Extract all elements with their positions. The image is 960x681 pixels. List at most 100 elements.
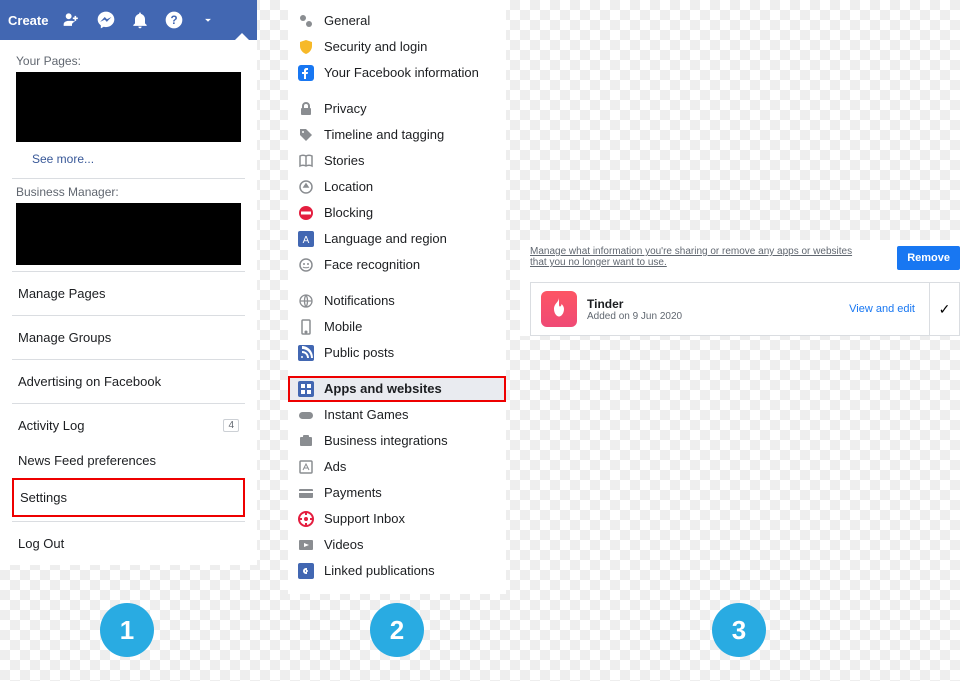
dropdown-panel: Create ? Your Pages: See more... Busines… [0, 0, 257, 565]
account-dropdown: Your Pages: See more... Business Manager… [0, 40, 257, 565]
nav-label: Payments [324, 485, 382, 501]
app-row: Tinder Added on 9 Jun 2020 View and edit… [530, 282, 960, 336]
nav-notifications[interactable]: Notifications [288, 288, 506, 314]
globe-icon [298, 293, 314, 309]
activity-log-badge: 4 [223, 419, 239, 432]
svg-text:A: A [303, 235, 310, 246]
nav-label: Notifications [324, 293, 395, 309]
nav-language[interactable]: ALanguage and region [288, 226, 506, 252]
redacted-pages [16, 72, 241, 142]
biz-icon [298, 433, 314, 449]
menu-label: Manage Pages [18, 286, 105, 301]
menu-log-out[interactable]: Log Out [12, 526, 245, 561]
tag-icon [298, 127, 314, 143]
your-pages-label: Your Pages: [16, 54, 241, 68]
divider [12, 521, 245, 522]
nav-general[interactable]: General [288, 8, 506, 34]
nav-label: Apps and websites [324, 381, 442, 397]
step-badge-1: 1 [100, 603, 154, 657]
nav-instant-games[interactable]: Instant Games [288, 402, 506, 428]
nav-label: Location [324, 179, 373, 195]
location-icon [298, 179, 314, 195]
settings-nav-panel: General Security and login Your Facebook… [288, 0, 506, 594]
step-badge-2: 2 [370, 603, 424, 657]
svg-text:?: ? [171, 14, 178, 27]
app-name: Tinder [587, 297, 839, 311]
menu-label: News Feed preferences [18, 453, 156, 468]
app-meta: Tinder Added on 9 Jun 2020 [587, 297, 839, 322]
menu-label: Log Out [18, 536, 64, 551]
video-icon [298, 537, 314, 553]
apps-websites-panel: Manage what information you're sharing o… [520, 240, 960, 336]
card-icon [298, 485, 314, 501]
nav-fb-info[interactable]: Your Facebook information [288, 60, 506, 86]
menu-label: Activity Log [18, 418, 84, 433]
menu-label: Advertising on Facebook [18, 374, 161, 389]
divider [12, 178, 245, 179]
menu-advertising[interactable]: Advertising on Facebook [12, 364, 245, 399]
app-checkbox[interactable]: ✓ [929, 283, 959, 335]
menu-settings[interactable]: Settings [12, 478, 245, 517]
nav-apps-websites[interactable]: Apps and websites [288, 376, 506, 402]
help-icon[interactable]: ? [164, 10, 184, 30]
fb-icon [298, 65, 314, 81]
friend-requests-icon[interactable] [62, 10, 82, 30]
nav-label: Instant Games [324, 407, 409, 423]
nav-face[interactable]: Face recognition [288, 252, 506, 278]
nav-label: Mobile [324, 319, 362, 335]
face-icon [298, 257, 314, 273]
nav-linked-publications[interactable]: Linked publications [288, 558, 506, 584]
nav-public-posts[interactable]: Public posts [288, 340, 506, 366]
nav-payments[interactable]: Payments [288, 480, 506, 506]
account-menu-arrow-icon[interactable] [198, 10, 218, 30]
nav-ads[interactable]: Ads [288, 454, 506, 480]
nav-label: Stories [324, 153, 364, 169]
lock-icon [298, 101, 314, 117]
nav-label: Your Facebook information [324, 65, 479, 81]
nav-mobile[interactable]: Mobile [288, 314, 506, 340]
menu-activity-log[interactable]: Activity Log 4 [12, 408, 245, 443]
nav-label: General [324, 13, 370, 29]
nav-label: Blocking [324, 205, 373, 221]
menu-label: Manage Groups [18, 330, 111, 345]
nav-label: Face recognition [324, 257, 420, 273]
divider [12, 315, 245, 316]
nav-label: Privacy [324, 101, 367, 117]
menu-manage-groups[interactable]: Manage Groups [12, 320, 245, 355]
see-more-link[interactable]: See more... [12, 148, 245, 174]
divider [12, 403, 245, 404]
menu-label: Settings [20, 490, 67, 505]
messenger-icon[interactable] [96, 10, 116, 30]
nav-business-integrations[interactable]: Business integrations [288, 428, 506, 454]
nav-videos[interactable]: Videos [288, 532, 506, 558]
linked-icon [298, 563, 314, 579]
create-button[interactable]: Create [8, 13, 48, 28]
nav-location[interactable]: Location [288, 174, 506, 200]
games-icon [298, 407, 314, 423]
block-icon [298, 205, 314, 221]
book-icon [298, 153, 314, 169]
dropdown-pointer [235, 33, 249, 40]
nav-privacy[interactable]: Privacy [288, 96, 506, 122]
nav-security[interactable]: Security and login [288, 34, 506, 60]
divider [12, 271, 245, 272]
nav-blocking[interactable]: Blocking [288, 200, 506, 226]
shield-icon [298, 39, 314, 55]
nav-support-inbox[interactable]: Support Inbox [288, 506, 506, 532]
view-edit-link[interactable]: View and edit [849, 303, 915, 315]
remove-button[interactable]: Remove [897, 246, 960, 270]
menu-manage-pages[interactable]: Manage Pages [12, 276, 245, 311]
ads-icon [298, 459, 314, 475]
nav-label: Security and login [324, 39, 427, 55]
app-added-date: Added on 9 Jun 2020 [587, 311, 839, 322]
nav-timeline[interactable]: Timeline and tagging [288, 122, 506, 148]
mobile-icon [298, 319, 314, 335]
menu-news-feed-prefs[interactable]: News Feed preferences [12, 443, 245, 478]
apps-description: Manage what information you're sharing o… [530, 246, 860, 268]
nav-stories[interactable]: Stories [288, 148, 506, 174]
divider [12, 359, 245, 360]
topbar: Create ? [0, 0, 257, 40]
notifications-icon[interactable] [130, 10, 150, 30]
nav-label: Public posts [324, 345, 394, 361]
apps-icon [298, 381, 314, 397]
